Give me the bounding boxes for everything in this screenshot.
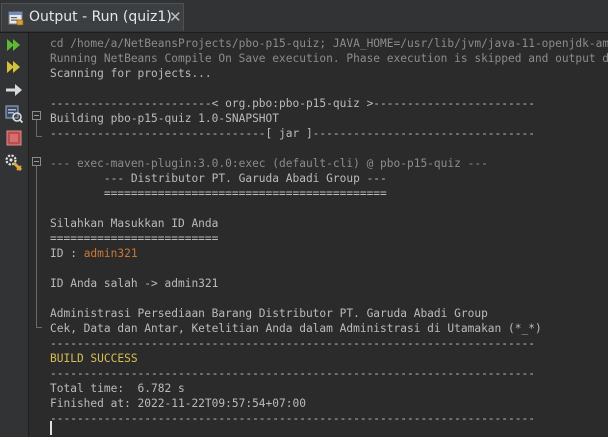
console-line: ----------------------------------------…: [50, 411, 535, 426]
console-line: Scanning for projects...: [50, 66, 212, 81]
console-line-text: BUILD SUCCESS: [50, 352, 138, 365]
output-tab-title: Output - Run (quiz1): [29, 9, 172, 25]
console-line: =========================: [50, 231, 218, 246]
console-line: cd /home/a/NetBeansProjects/pbo-p15-quiz…: [50, 36, 608, 51]
console-line-text: Running NetBeans Compile On Save executi…: [50, 52, 608, 65]
console-line: Finished at: 2022-11-22T09:57:54+07:00: [50, 396, 306, 411]
show-output-options-icon[interactable]: [4, 104, 24, 124]
output-tab-bar: Output - Run (quiz1) ✕: [0, 0, 608, 33]
console-line-text: ID :: [50, 247, 84, 260]
fold-toggle-exec[interactable]: [32, 157, 41, 166]
rerun-with-options-icon[interactable]: [4, 57, 24, 77]
console-line: Cek, Data dan Antar, Ketelitian Anda dal…: [50, 321, 542, 336]
console-line-text: ----------------------------------------…: [50, 367, 535, 380]
console-line: ========================================…: [50, 186, 387, 201]
console-line: BUILD SUCCESS: [50, 351, 138, 366]
rerun-icon[interactable]: [4, 35, 24, 55]
console-line-text: ----------------------------------------…: [50, 337, 535, 350]
console-line-text: --------------------------------[ jar ]-…: [50, 127, 535, 140]
console-line-text: Building pbo-p15-quiz 1.0-SNAPSHOT: [50, 112, 280, 125]
console-line-text: cd /home/a/NetBeansProjects/pbo-p15-quiz…: [50, 37, 608, 50]
console-line: ----------------------------------------…: [50, 366, 535, 381]
console-output[interactable]: cd /home/a/NetBeansProjects/pbo-p15-quiz…: [50, 34, 608, 437]
console-line: ------------------------< org.pbo:pbo-p1…: [50, 96, 535, 111]
console-line: --- Distributor PT. Garuda Abadi Group -…: [50, 171, 387, 186]
run-settings-icon[interactable]: [4, 153, 24, 173]
console-line: ID : admin321: [50, 246, 138, 261]
console-line-text: ID Anda salah -> admin321: [50, 277, 219, 290]
fold-guide: [36, 120, 37, 136]
console-line: Administrasi Persediaan Barang Distribut…: [50, 306, 488, 321]
console-line: ----------------------------------------…: [50, 336, 535, 351]
console-line: Total time: 6.782 s: [50, 381, 185, 396]
fold-end: [36, 136, 42, 137]
console-line: --- exec-maven-plugin:3.0.0:exec (defaul…: [50, 156, 488, 171]
fold-gutter: [29, 33, 44, 437]
console-line: ID Anda salah -> admin321: [50, 276, 218, 291]
console-line-text: --- Distributor PT. Garuda Abadi Group -…: [50, 172, 387, 185]
console-line-text: Silahkan Masukkan ID Anda: [50, 217, 219, 230]
step-into-icon[interactable]: [4, 80, 24, 100]
console-line-text: =========================: [50, 232, 219, 245]
output-tab[interactable]: Output - Run (quiz1) ✕: [1, 3, 184, 31]
console-line-text: Scanning for projects...: [50, 67, 212, 80]
console-line-text: Total time: 6.782 s: [50, 382, 185, 395]
output-toolbar: [0, 33, 29, 437]
fold-guide: [36, 166, 37, 327]
fold-toggle-build[interactable]: [32, 111, 41, 120]
user-input-text: admin321: [83, 247, 138, 260]
fold-end: [36, 327, 42, 328]
console-line-text: ----------------------------------------…: [50, 412, 535, 425]
console-line: Silahkan Masukkan ID Anda: [50, 216, 218, 231]
close-icon[interactable]: ✕: [169, 8, 182, 26]
console-line-text: ------------------------< org.pbo:pbo-p1…: [50, 97, 535, 110]
console-line-text: Cek, Data dan Antar, Ketelitian Anda dal…: [50, 322, 542, 335]
console-line: Running NetBeans Compile On Save executi…: [50, 51, 608, 66]
console-line: --------------------------------[ jar ]-…: [50, 126, 535, 141]
console-line: Building pbo-p15-quiz 1.0-SNAPSHOT: [50, 111, 279, 126]
console-line-text: ========================================…: [50, 187, 387, 200]
stop-icon[interactable]: [4, 128, 24, 148]
console-line-text: Finished at: 2022-11-22T09:57:54+07:00: [50, 397, 306, 410]
console-line-text: Administrasi Persediaan Barang Distribut…: [50, 307, 488, 320]
output-window-icon: [8, 11, 24, 26]
console-line-text: --- exec-maven-plugin:3.0.0:exec (defaul…: [50, 157, 488, 170]
